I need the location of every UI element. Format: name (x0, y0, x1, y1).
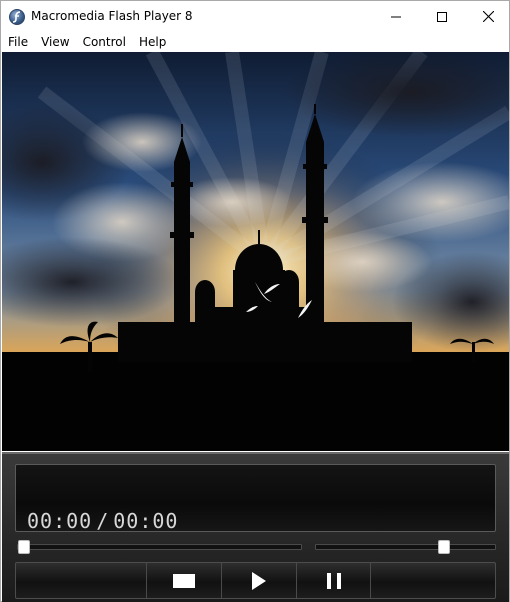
video-frame[interactable] (2, 52, 509, 451)
player-controls: 00:00/00:00 (2, 452, 509, 602)
time-readout: 00:00/00:00 (27, 509, 178, 533)
transport-bar (15, 562, 496, 599)
current-time: 00:00 (27, 509, 93, 533)
close-button[interactable] (465, 1, 510, 32)
mosque-sunset-image (2, 52, 509, 451)
total-time: 00:00 (113, 509, 179, 533)
window-title: Macromedia Flash Player 8 (31, 9, 193, 23)
menu-bar: File View Control Help (1, 32, 509, 52)
seek-thumb[interactable] (18, 540, 30, 554)
play-icon (252, 571, 266, 590)
maximize-icon (437, 11, 447, 22)
stop-button[interactable] (146, 563, 221, 598)
flash-player-window: Macromedia Flash Player 8 File View Cont… (0, 0, 510, 602)
stop-icon (173, 573, 195, 588)
volume-thumb[interactable] (438, 540, 450, 554)
close-icon (482, 11, 494, 22)
play-button[interactable] (221, 563, 296, 598)
minimize-icon (391, 16, 401, 17)
minimize-button[interactable] (373, 1, 419, 32)
menu-view[interactable]: View (34, 32, 75, 52)
seek-bar[interactable] (17, 540, 302, 554)
menu-help[interactable]: Help (132, 32, 172, 52)
time-separator: / (96, 509, 110, 533)
time-display: 00:00/00:00 (15, 464, 496, 533)
pause-icon (326, 572, 341, 589)
menu-control[interactable]: Control (76, 32, 132, 52)
flash-player-icon (9, 9, 25, 25)
title-bar[interactable]: Macromedia Flash Player 8 (1, 1, 509, 32)
pause-button[interactable] (296, 563, 371, 598)
maximize-button[interactable] (419, 1, 465, 32)
volume-slider[interactable] (315, 540, 496, 554)
menu-file[interactable]: File (1, 32, 34, 52)
